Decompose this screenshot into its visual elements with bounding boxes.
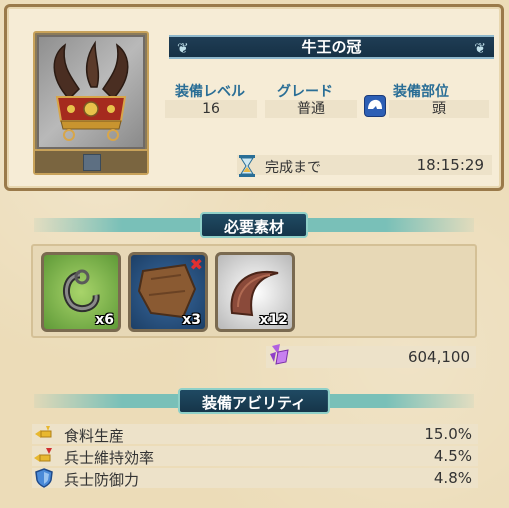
shield-icon	[32, 468, 56, 488]
food-icon	[32, 424, 56, 444]
cost-row: 604,100	[266, 344, 476, 368]
materials-panel: x6 ✖ x3 x12	[31, 244, 477, 338]
flourish-left-icon: ❦	[177, 41, 189, 57]
helmet-icon	[364, 95, 386, 117]
missing-x-icon: ✖	[189, 255, 203, 274]
material-qty: x6	[95, 312, 114, 328]
gem-icon	[266, 342, 292, 368]
ability-row: 兵士防御力 4.8%	[32, 468, 478, 489]
materials-title: 必要素材	[199, 212, 309, 238]
ability-row: 兵士維持効率 4.5%	[32, 446, 478, 467]
ability-value: 15.0%	[424, 425, 472, 443]
material-qty: x12	[259, 312, 288, 328]
material-slot-ring[interactable]: x6	[41, 252, 121, 332]
grade-value: 普通	[265, 100, 357, 118]
item-name: 牛王の冠	[301, 38, 362, 56]
bull-crown-icon	[39, 37, 143, 147]
hourglass-icon	[237, 155, 257, 177]
slot-label: 装備部位	[393, 84, 449, 100]
timer-value: 18:15:29	[416, 156, 484, 174]
ability-name: 兵士防御力	[64, 471, 140, 489]
timer-label: 完成まで	[265, 160, 321, 176]
equipment-card: ❦ 牛王の冠 ❦ 装備レベル 16 グレード 普通 装備部位 頭 完成まで 18…	[4, 4, 504, 191]
gem-slot-icon	[83, 154, 101, 171]
abilities-title: 装備アビリティ	[177, 388, 331, 414]
material-qty: x3	[182, 312, 201, 328]
material-slot-leather[interactable]: ✖ x3	[128, 252, 208, 332]
grade-label: グレード	[277, 84, 333, 100]
completion-timer: 完成まで 18:15:29	[237, 155, 492, 177]
cost-value: 604,100	[407, 348, 470, 366]
level-label: 装備レベル	[175, 84, 245, 100]
slot-value: 頭	[389, 100, 489, 118]
ability-value: 4.8%	[433, 469, 472, 487]
abilities-header: 装備アビリティ	[34, 388, 474, 414]
portrait-footer	[35, 149, 147, 173]
ability-value: 4.5%	[433, 447, 472, 465]
flourish-right-icon: ❦	[474, 41, 486, 57]
materials-header: 必要素材	[34, 212, 474, 238]
ability-name: 食料生産	[64, 427, 125, 445]
ability-row: 食料生産 15.0%	[32, 424, 478, 445]
item-title-banner: ❦ 牛王の冠 ❦	[169, 35, 494, 59]
material-slot-horn[interactable]: x12	[215, 252, 295, 332]
level-value: 16	[165, 100, 257, 118]
item-portrait	[33, 31, 149, 175]
upkeep-icon	[32, 446, 56, 466]
ability-name: 兵士維持効率	[64, 449, 155, 467]
